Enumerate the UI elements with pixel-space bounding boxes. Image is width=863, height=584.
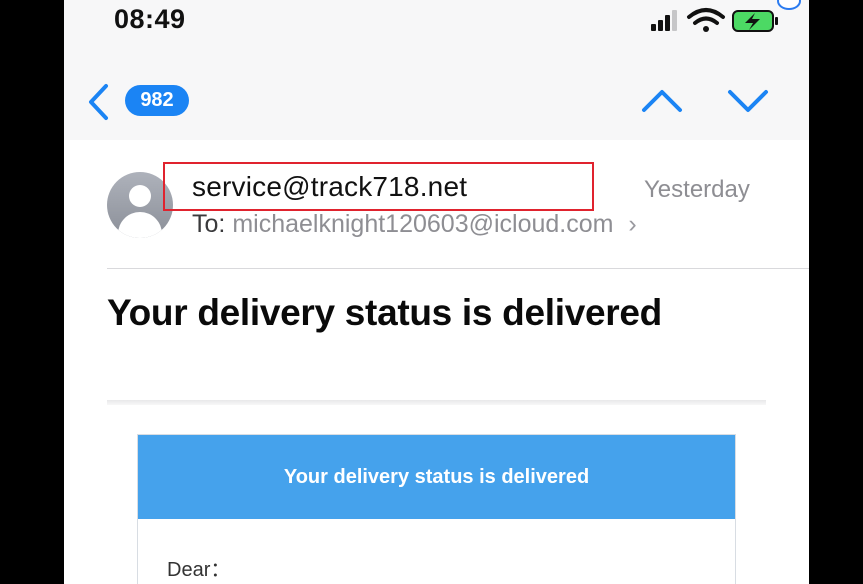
sender-highlight-box: [163, 162, 594, 211]
recipient-address[interactable]: michaelknight120603@icloud.com: [232, 210, 613, 238]
avatar-head: [129, 185, 151, 207]
card-title: Your delivery status is delivered: [283, 465, 590, 488]
top-bar: 08:49 982: [64, 0, 809, 140]
unread-count-badge[interactable]: 982: [125, 85, 189, 116]
avatar-body: [118, 212, 162, 238]
greeting-text: Dear：: [167, 559, 231, 581]
phone-screen: 08:49 982 service@track718.net Yesterday…: [64, 0, 809, 584]
card-header: Your delivery status is delivered: [138, 435, 735, 519]
to-label: To:: [192, 210, 226, 238]
battery-charging-icon: [732, 10, 778, 32]
content-separator: [107, 400, 766, 405]
status-icons: [651, 8, 778, 32]
next-message-icon[interactable]: [726, 86, 770, 116]
header-divider: [107, 268, 809, 269]
wifi-icon: [687, 8, 725, 32]
status-time: 08:49: [114, 4, 186, 34]
chevron-right-icon[interactable]: ›: [628, 210, 636, 238]
previous-message-icon[interactable]: [640, 86, 684, 116]
cellular-signal-icon: [651, 10, 677, 31]
back-chevron-icon[interactable]: [86, 82, 112, 122]
email-date: Yesterday: [644, 176, 750, 203]
email-subject: Your delivery status is delivered: [107, 292, 662, 333]
recipient-line[interactable]: To: michaelknight120603@icloud.com ›: [192, 210, 637, 239]
email-body-card: Your delivery status is delivered Dear：: [137, 434, 736, 584]
